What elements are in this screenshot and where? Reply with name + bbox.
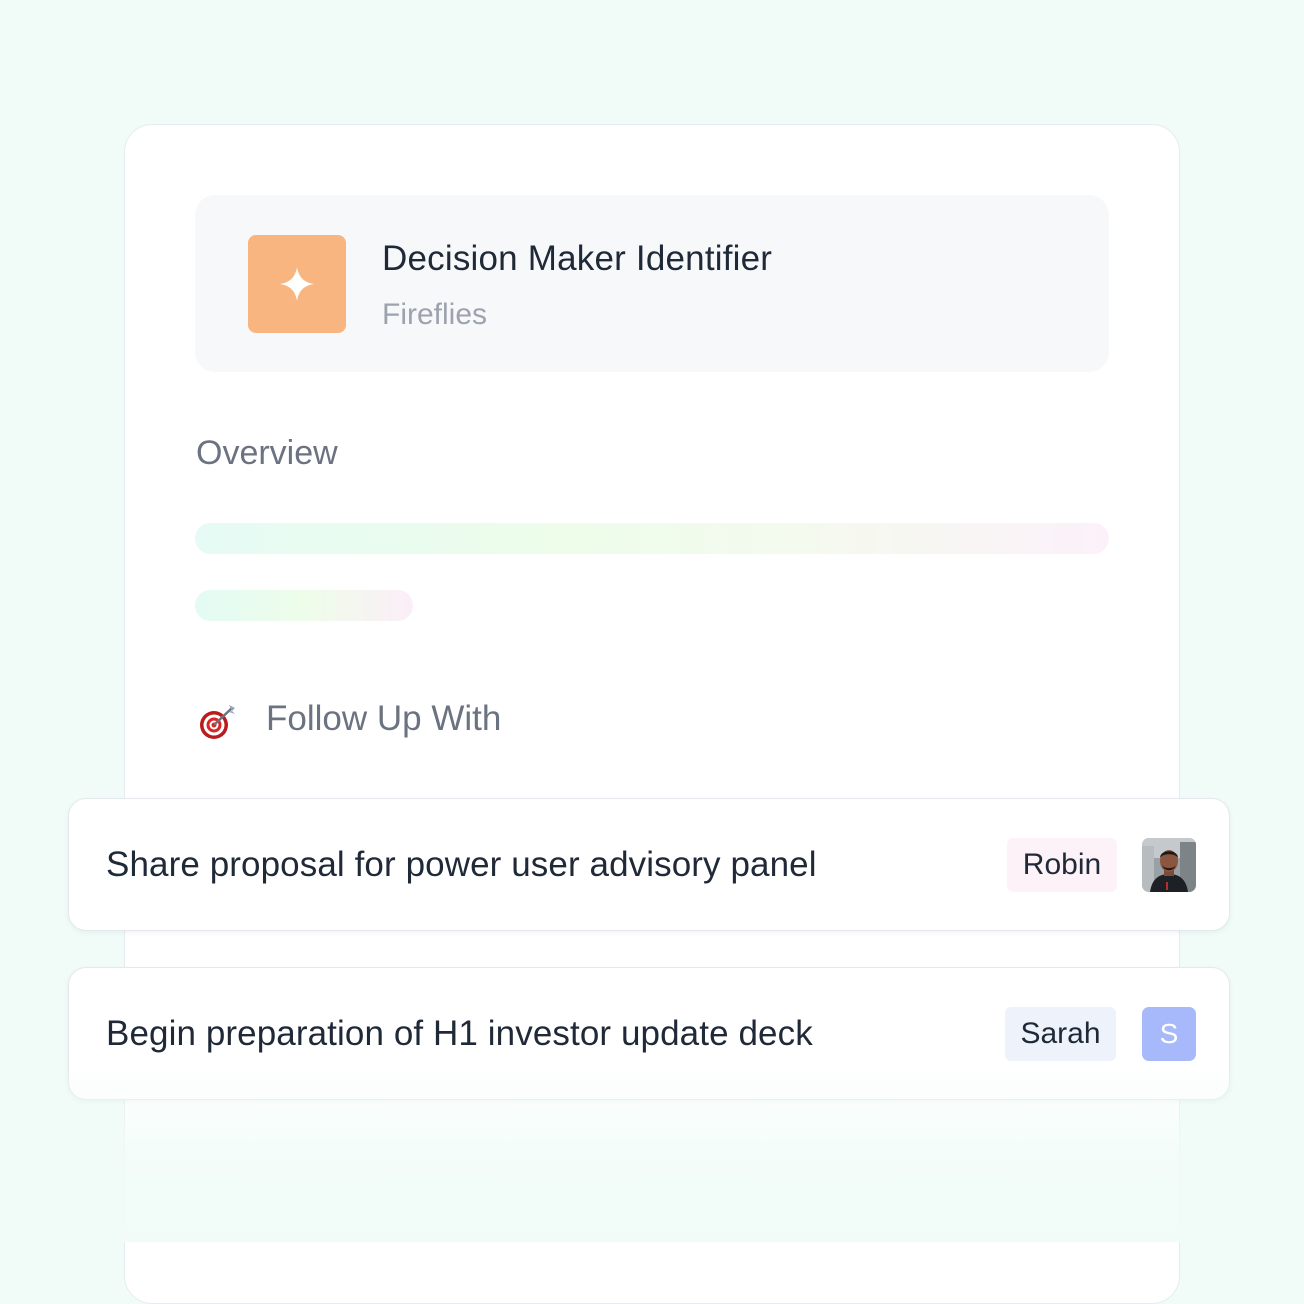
overview-text-placeholder-line-short [195,590,413,621]
sparkle-icon [280,267,314,301]
task-row[interactable]: Share proposal for power user advisory p… [68,798,1230,931]
avatar: S [1142,1007,1196,1061]
agent-title: Decision Maker Identifier [382,239,773,278]
assignee-chip[interactable]: Sarah [1005,1007,1116,1061]
follow-up-heading: Follow Up With [266,699,502,738]
task-row[interactable]: Begin preparation of H1 investor update … [68,967,1230,1100]
overview-text-placeholder-line [195,523,1109,554]
task-text: Share proposal for power user advisory p… [106,845,817,884]
overview-heading: Overview [196,434,338,472]
agent-source: Fireflies [382,298,488,331]
target-dart-icon [200,705,235,739]
assignee-chip[interactable]: Robin [1007,838,1117,892]
agent-icon-tile [248,235,346,333]
person-photo-avatar [1142,838,1196,892]
task-text: Begin preparation of H1 investor update … [106,1014,813,1053]
avatar [1142,838,1196,892]
agent-header-card[interactable]: Decision Maker Identifier Fireflies [195,195,1109,372]
